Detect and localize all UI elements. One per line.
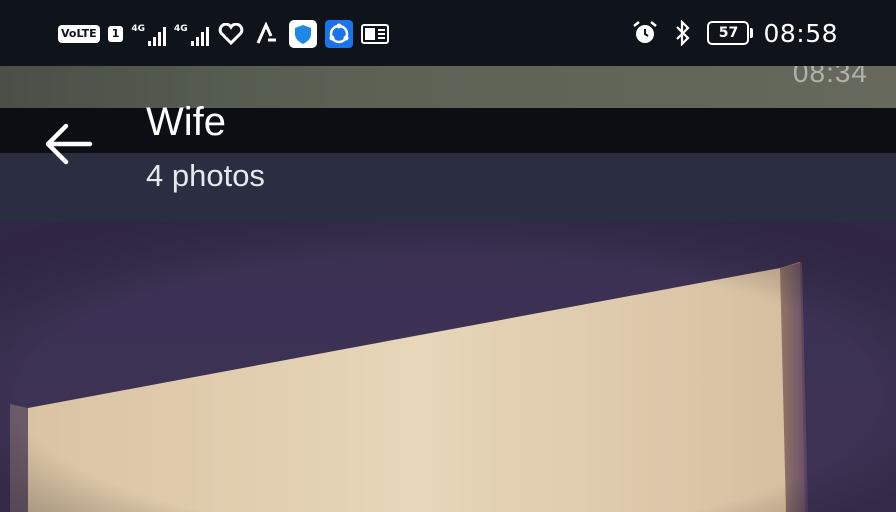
album-title: Wife: [146, 100, 226, 144]
header-bar: [0, 108, 896, 153]
clock: 08:58: [763, 18, 838, 48]
header-subbar: [0, 153, 896, 221]
office-app-icon: [360, 20, 389, 48]
back-button[interactable]: [42, 120, 94, 168]
status-bar: VoLTE 1 4G 4G 57 08:58: [0, 0, 896, 66]
heart-app-icon: [217, 20, 245, 48]
bluetooth-icon: [669, 19, 697, 47]
signal-icon: 4G: [131, 22, 166, 46]
photo-count: 4 photos: [146, 158, 265, 193]
volte-icon: VoLTE: [58, 25, 100, 43]
back-arrow-icon: [45, 123, 93, 165]
status-left: VoLTE 1 4G 4G: [58, 18, 389, 50]
a-app-icon: [253, 20, 281, 48]
status-right: 57 08:58: [631, 16, 838, 50]
sim-indicator: 1: [107, 26, 124, 42]
signal-icon: 4G: [174, 22, 209, 46]
battery-level: 57: [707, 21, 750, 45]
photo-image: [0, 221, 896, 512]
share-app-icon: [324, 20, 353, 48]
alarm-icon: [631, 19, 659, 47]
photo-viewer[interactable]: [0, 0, 896, 512]
network-type-label: 4G: [174, 24, 188, 34]
shield-app-icon: [288, 20, 317, 48]
battery-icon: 57: [707, 21, 754, 45]
network-type-label: 4G: [131, 24, 145, 34]
